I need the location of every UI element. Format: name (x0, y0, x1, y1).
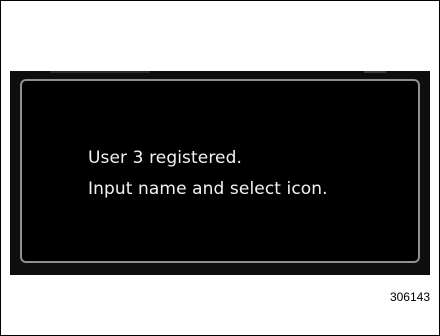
message-line-registered: User 3 registered. (88, 148, 243, 168)
background-screen-edge (50, 71, 150, 73)
display-screen: User 3 registered. Input name and select… (10, 71, 430, 275)
message-line-instruction: Input name and select icon. (88, 179, 328, 199)
figure-number: 306143 (389, 290, 430, 304)
registration-dialog: User 3 registered. Input name and select… (20, 79, 420, 263)
background-screen-edge (364, 71, 386, 73)
dialog-message: User 3 registered. Input name and select… (88, 143, 328, 205)
